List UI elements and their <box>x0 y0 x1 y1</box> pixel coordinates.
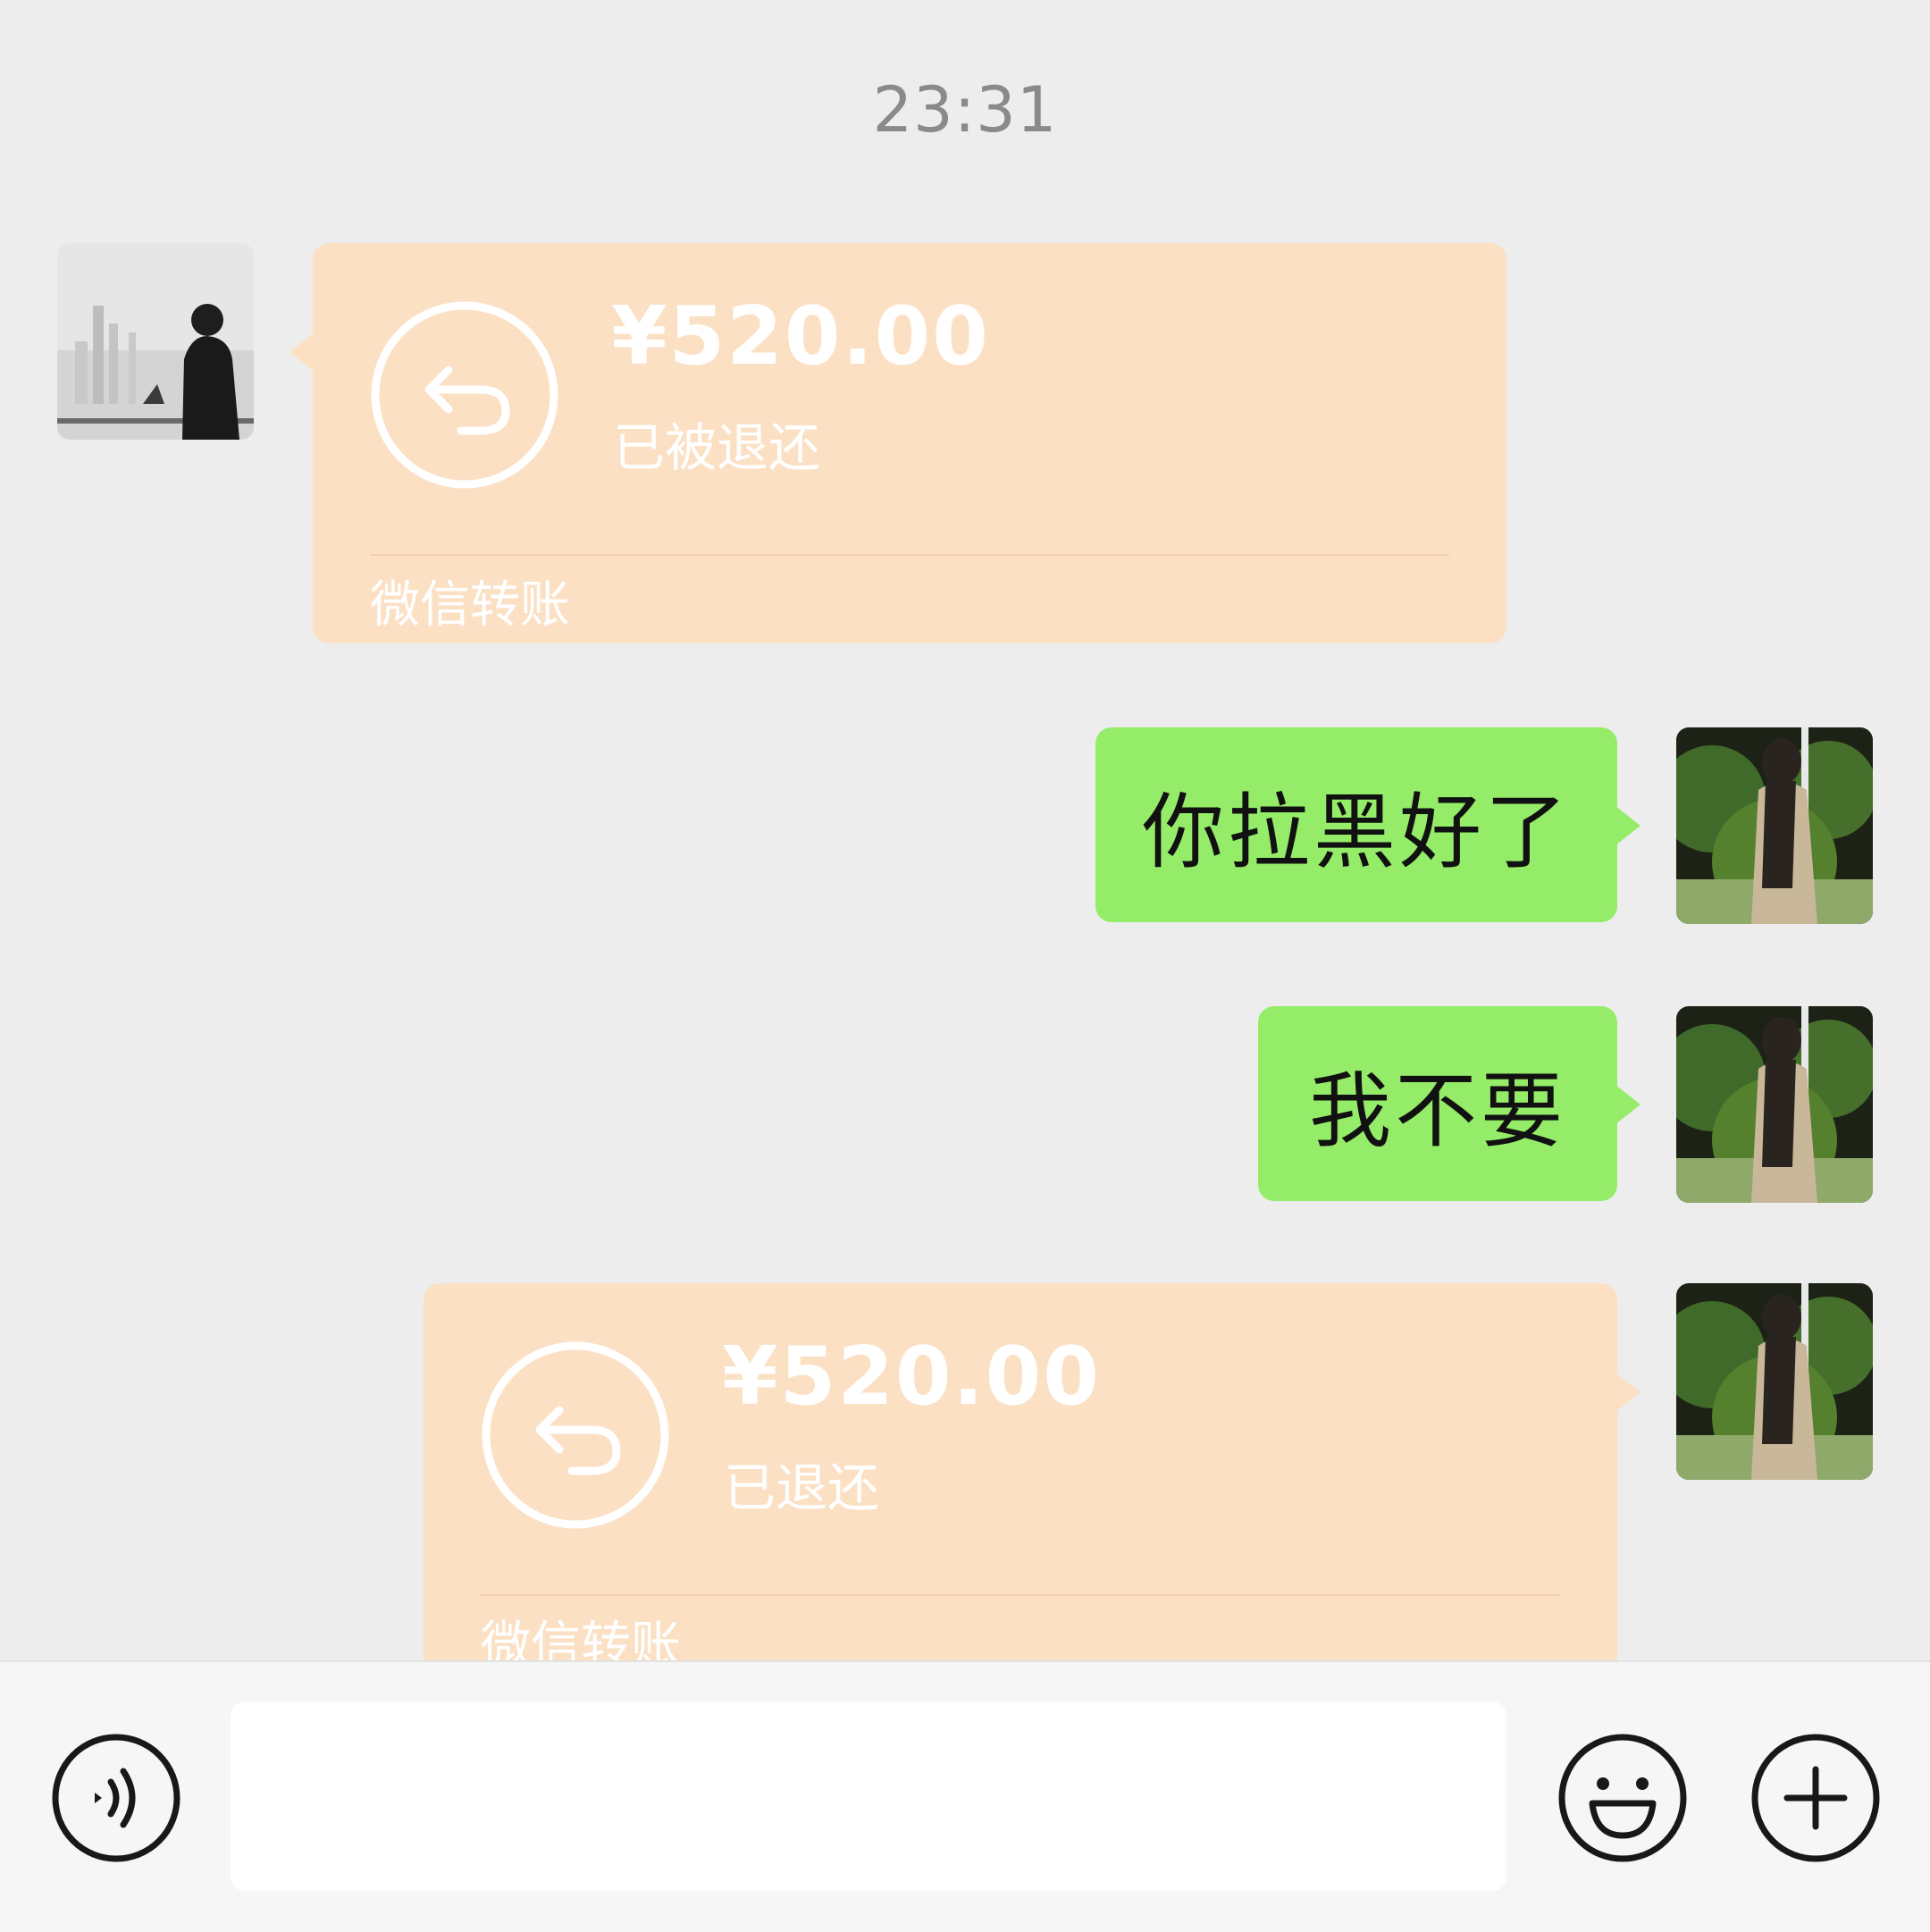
my-avatar-image <box>1676 1006 1873 1203</box>
emoji-button[interactable] <box>1557 1732 1689 1864</box>
transfer-label: 微信转账 <box>370 576 570 634</box>
contact-avatar[interactable] <box>57 243 254 440</box>
transfer-card-incoming[interactable]: ¥520.00 已被退还 微信转账 <box>290 243 1506 643</box>
transfer-card-outgoing[interactable]: ¥520.00 已退还 微信转账 <box>424 1283 1640 1684</box>
bubble-tail <box>1615 1085 1640 1124</box>
transfer-amount: ¥520.00 <box>722 1330 1101 1424</box>
transfer-status: 已被退还 <box>613 417 821 478</box>
my-avatar-image <box>1676 727 1873 924</box>
emoji-icon <box>1558 1734 1687 1862</box>
my-avatar-image <box>1676 1283 1873 1480</box>
bubble-tail <box>290 332 315 372</box>
my-avatar[interactable] <box>1676 1283 1873 1480</box>
timestamp: 23:31 <box>872 73 1058 147</box>
plus-button[interactable] <box>1750 1732 1882 1864</box>
divider <box>370 554 1449 556</box>
message-bubble-outgoing[interactable]: 我不要 <box>1258 1006 1640 1201</box>
bubble-tail <box>1615 1373 1640 1412</box>
message-input[interactable] <box>231 1701 1506 1891</box>
refund-arrow-icon <box>371 301 558 489</box>
input-bar <box>0 1660 1930 1932</box>
message-text: 你拉黑好了 <box>1141 784 1571 880</box>
refund-arrow-icon <box>482 1341 669 1529</box>
transfer-status: 已退还 <box>724 1457 880 1518</box>
contact-avatar-image <box>57 243 254 440</box>
voice-button[interactable] <box>50 1732 182 1864</box>
voice-icon <box>52 1734 180 1862</box>
transfer-amount: ¥520.00 <box>611 290 990 383</box>
plus-icon <box>1751 1734 1880 1862</box>
divider <box>481 1594 1560 1596</box>
message-text: 我不要 <box>1308 1063 1566 1159</box>
bubble-tail <box>1615 806 1640 845</box>
my-avatar[interactable] <box>1676 727 1873 924</box>
message-bubble-outgoing[interactable]: 你拉黑好了 <box>1095 727 1640 922</box>
my-avatar[interactable] <box>1676 1006 1873 1203</box>
